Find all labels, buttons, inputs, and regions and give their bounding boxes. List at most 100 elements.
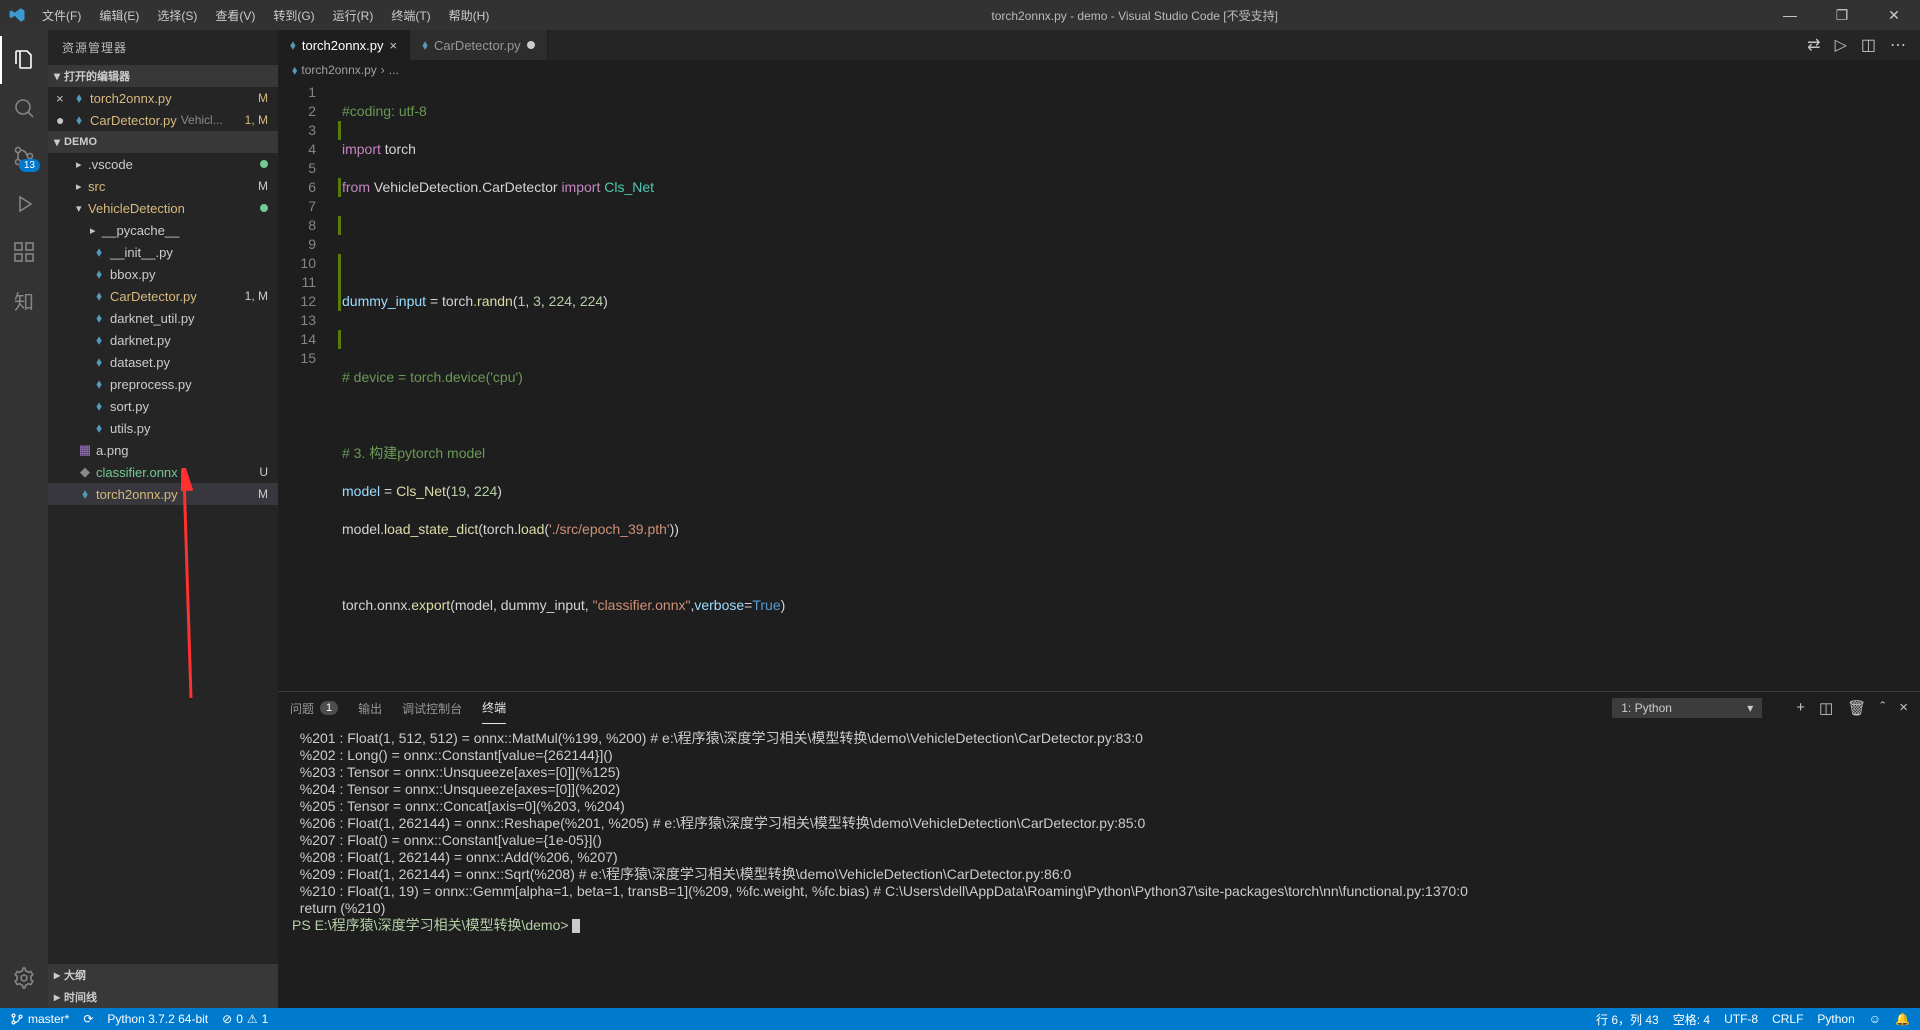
status-language[interactable]: Python bbox=[1817, 1012, 1854, 1026]
tab-close-icon[interactable]: × bbox=[390, 38, 398, 53]
open-editor-item[interactable]: × ⬧ torch2onnx.py M bbox=[48, 87, 278, 109]
close-panel-icon[interactable]: × bbox=[1899, 699, 1908, 717]
editor-tabs: ⬧ torch2onnx.py × ⬧ CarDetector.py ⇄ ▷ ◫… bbox=[278, 30, 1920, 60]
chevron-icon: ▸ bbox=[90, 224, 102, 237]
compare-icon[interactable]: ⇄ bbox=[1807, 35, 1820, 55]
menu-run[interactable]: 运行(R) bbox=[325, 3, 382, 28]
more-icon[interactable]: ⋯ bbox=[1890, 35, 1906, 55]
file-item[interactable]: ⬧dataset.py bbox=[48, 351, 278, 373]
panel-tab-problems[interactable]: 问题1 bbox=[290, 692, 338, 724]
file-tree: ▸.vscode▸srcM▾VehicleDetection▸__pycache… bbox=[48, 153, 278, 505]
menu-view[interactable]: 查看(V) bbox=[207, 3, 263, 28]
file-item[interactable]: ⬧utils.py bbox=[48, 417, 278, 439]
item-name: CarDetector.py bbox=[110, 289, 197, 304]
item-name: __pycache__ bbox=[102, 223, 179, 238]
status-indent[interactable]: 空格: 4 bbox=[1673, 1011, 1710, 1028]
activity-bar: 13 知 bbox=[0, 30, 48, 1008]
menu-file[interactable]: 文件(F) bbox=[34, 3, 89, 28]
status-cursor-pos[interactable]: 行 6，列 43 bbox=[1596, 1011, 1659, 1028]
file-item[interactable]: ⬧sort.py bbox=[48, 395, 278, 417]
problems-badge: 1 bbox=[320, 701, 338, 715]
open-editor-item[interactable]: ● ⬧ CarDetector.py Vehicl... 1, M bbox=[48, 109, 278, 131]
debug-icon[interactable] bbox=[0, 180, 48, 228]
close-button[interactable]: ✕ bbox=[1876, 7, 1912, 24]
explorer-sidebar: 资源管理器 ▾ 打开的编辑器 × ⬧ torch2onnx.py M ● ⬧ C… bbox=[48, 30, 278, 1008]
file-item[interactable]: ⬧darknet_util.py bbox=[48, 307, 278, 329]
scm-icon[interactable]: 13 bbox=[0, 132, 48, 180]
python-file-icon: ⬧ bbox=[70, 90, 88, 106]
file-item[interactable]: ⬧darknet.py bbox=[48, 329, 278, 351]
status-sync[interactable]: ⟳ bbox=[83, 1012, 93, 1026]
code-editor[interactable]: 123456789101112131415 #coding: utf-8 imp… bbox=[278, 80, 1920, 691]
explorer-icon[interactable] bbox=[0, 36, 48, 84]
folder-item[interactable]: ▾VehicleDetection bbox=[48, 197, 278, 219]
run-icon[interactable]: ▷ bbox=[1835, 35, 1847, 55]
file-item[interactable]: ⬧__init__.py bbox=[48, 241, 278, 263]
outline-header[interactable]: ▸ 大纲 bbox=[48, 964, 278, 986]
menu-go[interactable]: 转到(G) bbox=[265, 3, 322, 28]
status-problems[interactable]: ⊘0 ⚠1 bbox=[222, 1012, 268, 1026]
maximize-panel-icon[interactable]: ˆ bbox=[1880, 699, 1885, 717]
close-icon[interactable]: × bbox=[56, 91, 70, 106]
item-name: torch2onnx.py bbox=[96, 487, 178, 502]
maximize-button[interactable]: ❐ bbox=[1824, 7, 1860, 24]
item-name: a.png bbox=[96, 443, 129, 458]
file-item[interactable]: ⬧bbox.py bbox=[48, 263, 278, 285]
panel-tab-debug[interactable]: 调试控制台 bbox=[402, 692, 462, 724]
item-name: src bbox=[88, 179, 105, 194]
tab-torch2onnx[interactable]: ⬧ torch2onnx.py × bbox=[278, 30, 410, 60]
status-python[interactable]: Python 3.7.2 64-bit bbox=[107, 1012, 208, 1026]
warning-icon: ⚠ bbox=[247, 1012, 258, 1026]
line-numbers: 123456789101112131415 bbox=[278, 83, 338, 691]
menu-terminal[interactable]: 终端(T) bbox=[383, 3, 438, 28]
split-editor-icon[interactable]: ◫ bbox=[1861, 35, 1876, 55]
menu-help[interactable]: 帮助(H) bbox=[441, 3, 498, 28]
settings-icon[interactable] bbox=[0, 954, 48, 1002]
workspace-header[interactable]: ▾ DEMO bbox=[48, 131, 278, 153]
file-item[interactable]: ▦a.png bbox=[48, 439, 278, 461]
timeline-header[interactable]: ▸ 时间线 bbox=[48, 986, 278, 1008]
kill-terminal-icon[interactable]: 🗑 bbox=[1847, 699, 1866, 717]
terminal-content[interactable]: %201 : Float(1, 512, 512) = onnx::MatMul… bbox=[278, 724, 1920, 1008]
split-terminal-icon[interactable]: ◫ bbox=[1819, 699, 1833, 717]
workspace-label: DEMO bbox=[64, 136, 97, 148]
minimize-button[interactable]: — bbox=[1772, 7, 1808, 24]
status-encoding[interactable]: UTF-8 bbox=[1724, 1012, 1758, 1026]
file-item[interactable]: ◆classifier.onnxU bbox=[48, 461, 278, 483]
breadcrumb[interactable]: ⬧ torch2onnx.py › ... bbox=[278, 60, 1920, 80]
zhihu-icon[interactable]: 知 bbox=[0, 276, 48, 324]
menu-edit[interactable]: 编辑(E) bbox=[91, 3, 147, 28]
git-status: 1, M bbox=[245, 289, 268, 303]
menu-selection[interactable]: 选择(S) bbox=[149, 3, 205, 28]
window-controls: — ❐ ✕ bbox=[1772, 7, 1912, 24]
file-type-icon: ⬧ bbox=[90, 266, 108, 282]
git-status: M bbox=[258, 179, 268, 193]
chevron-icon: ▸ bbox=[76, 180, 88, 193]
file-type-icon: ⬧ bbox=[90, 332, 108, 348]
panel-tab-terminal[interactable]: 终端 bbox=[482, 692, 506, 724]
panel-tab-output[interactable]: 输出 bbox=[358, 692, 382, 724]
tab-cardetector[interactable]: ⬧ CarDetector.py bbox=[410, 30, 548, 60]
search-icon[interactable] bbox=[0, 84, 48, 132]
code-content: #coding: utf-8 import torch from Vehicle… bbox=[342, 83, 1920, 691]
file-type-icon: ⬧ bbox=[90, 420, 108, 436]
status-branch[interactable]: master* bbox=[10, 1012, 69, 1026]
folder-item[interactable]: ▸.vscode bbox=[48, 153, 278, 175]
status-feedback[interactable]: ☺ bbox=[1869, 1012, 1881, 1026]
item-name: dataset.py bbox=[110, 355, 170, 370]
file-item[interactable]: ⬧CarDetector.py1, M bbox=[48, 285, 278, 307]
file-item[interactable]: ⬧torch2onnx.pyM bbox=[48, 483, 278, 505]
terminal-selector[interactable]: 1: Python▾ bbox=[1612, 698, 1762, 718]
file-item[interactable]: ⬧preprocess.py bbox=[48, 373, 278, 395]
status-notifications-icon[interactable]: 🔔 bbox=[1895, 1012, 1910, 1026]
new-terminal-icon[interactable]: + bbox=[1796, 699, 1805, 717]
chevron-down-icon: ▾ bbox=[1747, 701, 1753, 715]
chevron-down-icon: ▾ bbox=[54, 69, 60, 83]
item-name: darknet.py bbox=[110, 333, 171, 348]
folder-item[interactable]: ▸__pycache__ bbox=[48, 219, 278, 241]
extensions-icon[interactable] bbox=[0, 228, 48, 276]
folder-item[interactable]: ▸src M bbox=[48, 175, 278, 197]
open-editors-header[interactable]: ▾ 打开的编辑器 bbox=[48, 65, 278, 87]
status-eol[interactable]: CRLF bbox=[1772, 1012, 1803, 1026]
item-name: VehicleDetection bbox=[88, 201, 185, 216]
